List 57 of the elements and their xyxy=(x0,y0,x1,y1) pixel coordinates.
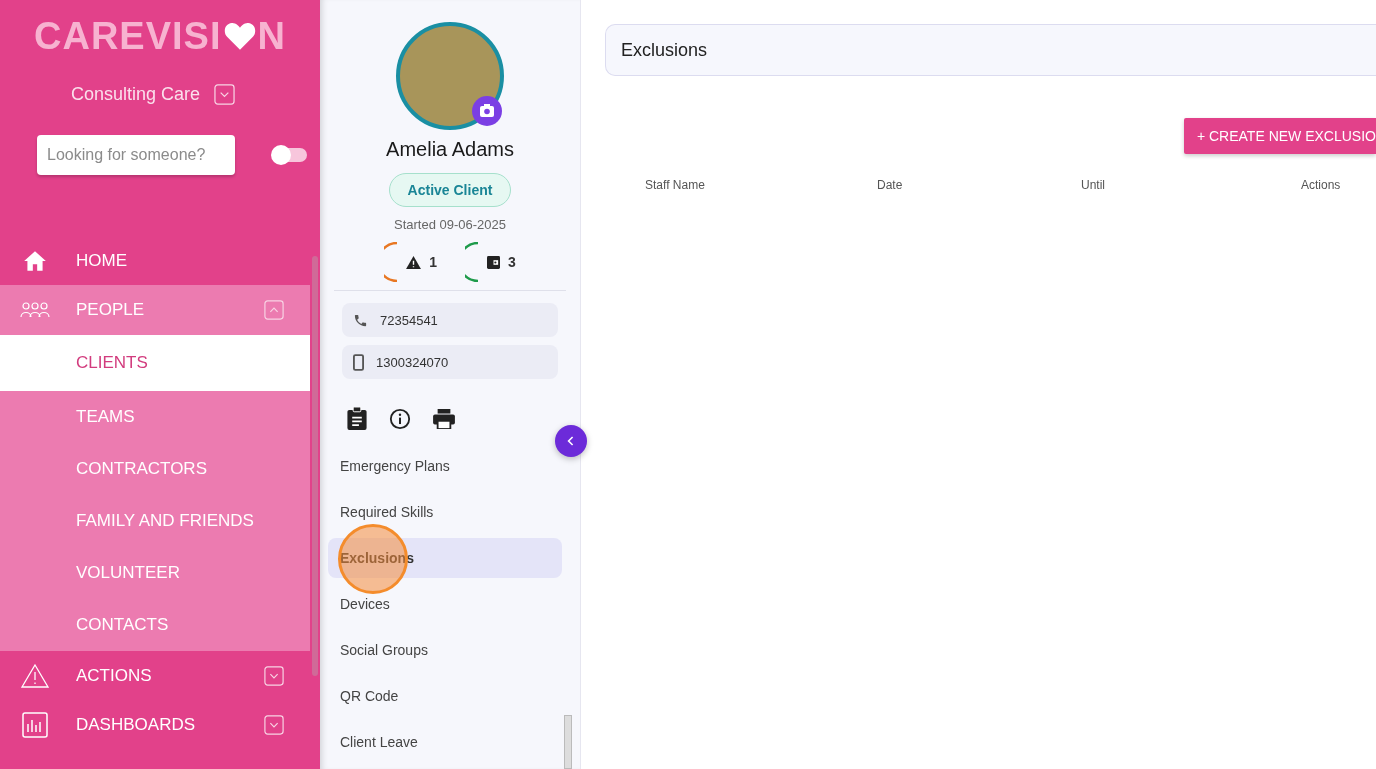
nav-item[interactable]: ACTIONS xyxy=(0,651,310,700)
warning-icon xyxy=(21,662,49,689)
column-header: Until xyxy=(1081,178,1106,192)
create-button[interactable]: + CREATE NEW EXCLUSIO xyxy=(1183,118,1376,154)
nav-label: PEOPLE xyxy=(76,300,146,320)
chevron-down-icon[interactable] xyxy=(264,665,284,686)
nav-item[interactable]: PEOPLE xyxy=(0,285,310,335)
chart-icon xyxy=(22,711,48,738)
column-header: Date xyxy=(877,178,904,192)
column-header: Actions xyxy=(1301,178,1342,192)
mobile-phone-icon xyxy=(353,353,364,371)
client-name: Amelia Adams xyxy=(386,138,514,161)
camera-icon[interactable] xyxy=(472,96,502,126)
menu-item[interactable]: Client Leave xyxy=(328,722,562,762)
status-badge: Active Client xyxy=(388,173,512,207)
clipboard-icon[interactable] xyxy=(347,407,367,430)
contact-field: 1300324070 xyxy=(342,345,558,379)
scrollbar[interactable] xyxy=(564,715,572,769)
nav-subitem[interactable]: VOLUNTEER xyxy=(0,547,310,599)
logo-text: N xyxy=(257,14,286,58)
heart-icon xyxy=(222,21,257,51)
toggle-switch[interactable] xyxy=(273,148,307,162)
page-title: Exclusions xyxy=(621,39,708,61)
collapse-button[interactable] xyxy=(555,425,587,457)
column-header: Staff Name xyxy=(645,178,706,192)
organization-name: Consulting Care xyxy=(70,84,201,105)
nav-label: DASHBOARDS xyxy=(76,714,197,735)
menu-item[interactable]: Social Groups xyxy=(328,630,562,670)
phone-icon xyxy=(353,312,368,328)
nav-item[interactable]: DASHBOARDS xyxy=(0,700,310,749)
nav-label: ACTIONS xyxy=(76,665,153,686)
indicator-count: 1 xyxy=(429,254,437,270)
nav-item[interactable]: HOME xyxy=(0,236,310,285)
search-field[interactable]: Looking for someone? xyxy=(37,135,235,175)
menu-item[interactable]: Required Skills xyxy=(328,492,562,532)
chevron-left-icon xyxy=(567,436,575,446)
printer-icon[interactable] xyxy=(433,408,455,429)
nav-label: HOME xyxy=(76,250,128,271)
nav-subitem[interactable]: FAMILY AND FRIENDS xyxy=(0,495,310,547)
menu-item[interactable]: Emergency Plans xyxy=(328,446,562,486)
chevron-down-icon[interactable] xyxy=(264,714,284,735)
scrollbar[interactable] xyxy=(312,256,318,676)
start-date: Started 09-06-2025 xyxy=(394,217,506,232)
chevron-down-icon[interactable] xyxy=(214,84,236,105)
indicator-count: 3 xyxy=(508,254,516,270)
warning-icon xyxy=(406,255,422,269)
people-icon xyxy=(20,301,50,319)
nav-subitem[interactable]: CONTACTS xyxy=(0,599,310,651)
nav-subitem[interactable]: TEAMS xyxy=(0,391,310,443)
menu-item[interactable]: Devices xyxy=(328,584,562,624)
nav-subitem[interactable]: CLIENTS xyxy=(0,335,310,391)
wallet-icon xyxy=(487,255,500,269)
logo-text: CAREVISI xyxy=(34,14,222,58)
contact-field: 72354541 xyxy=(342,303,558,337)
menu-item[interactable]: QR Code xyxy=(328,676,562,716)
nav-subitem[interactable]: CONTRACTORS xyxy=(0,443,310,495)
info-icon[interactable] xyxy=(389,407,411,430)
